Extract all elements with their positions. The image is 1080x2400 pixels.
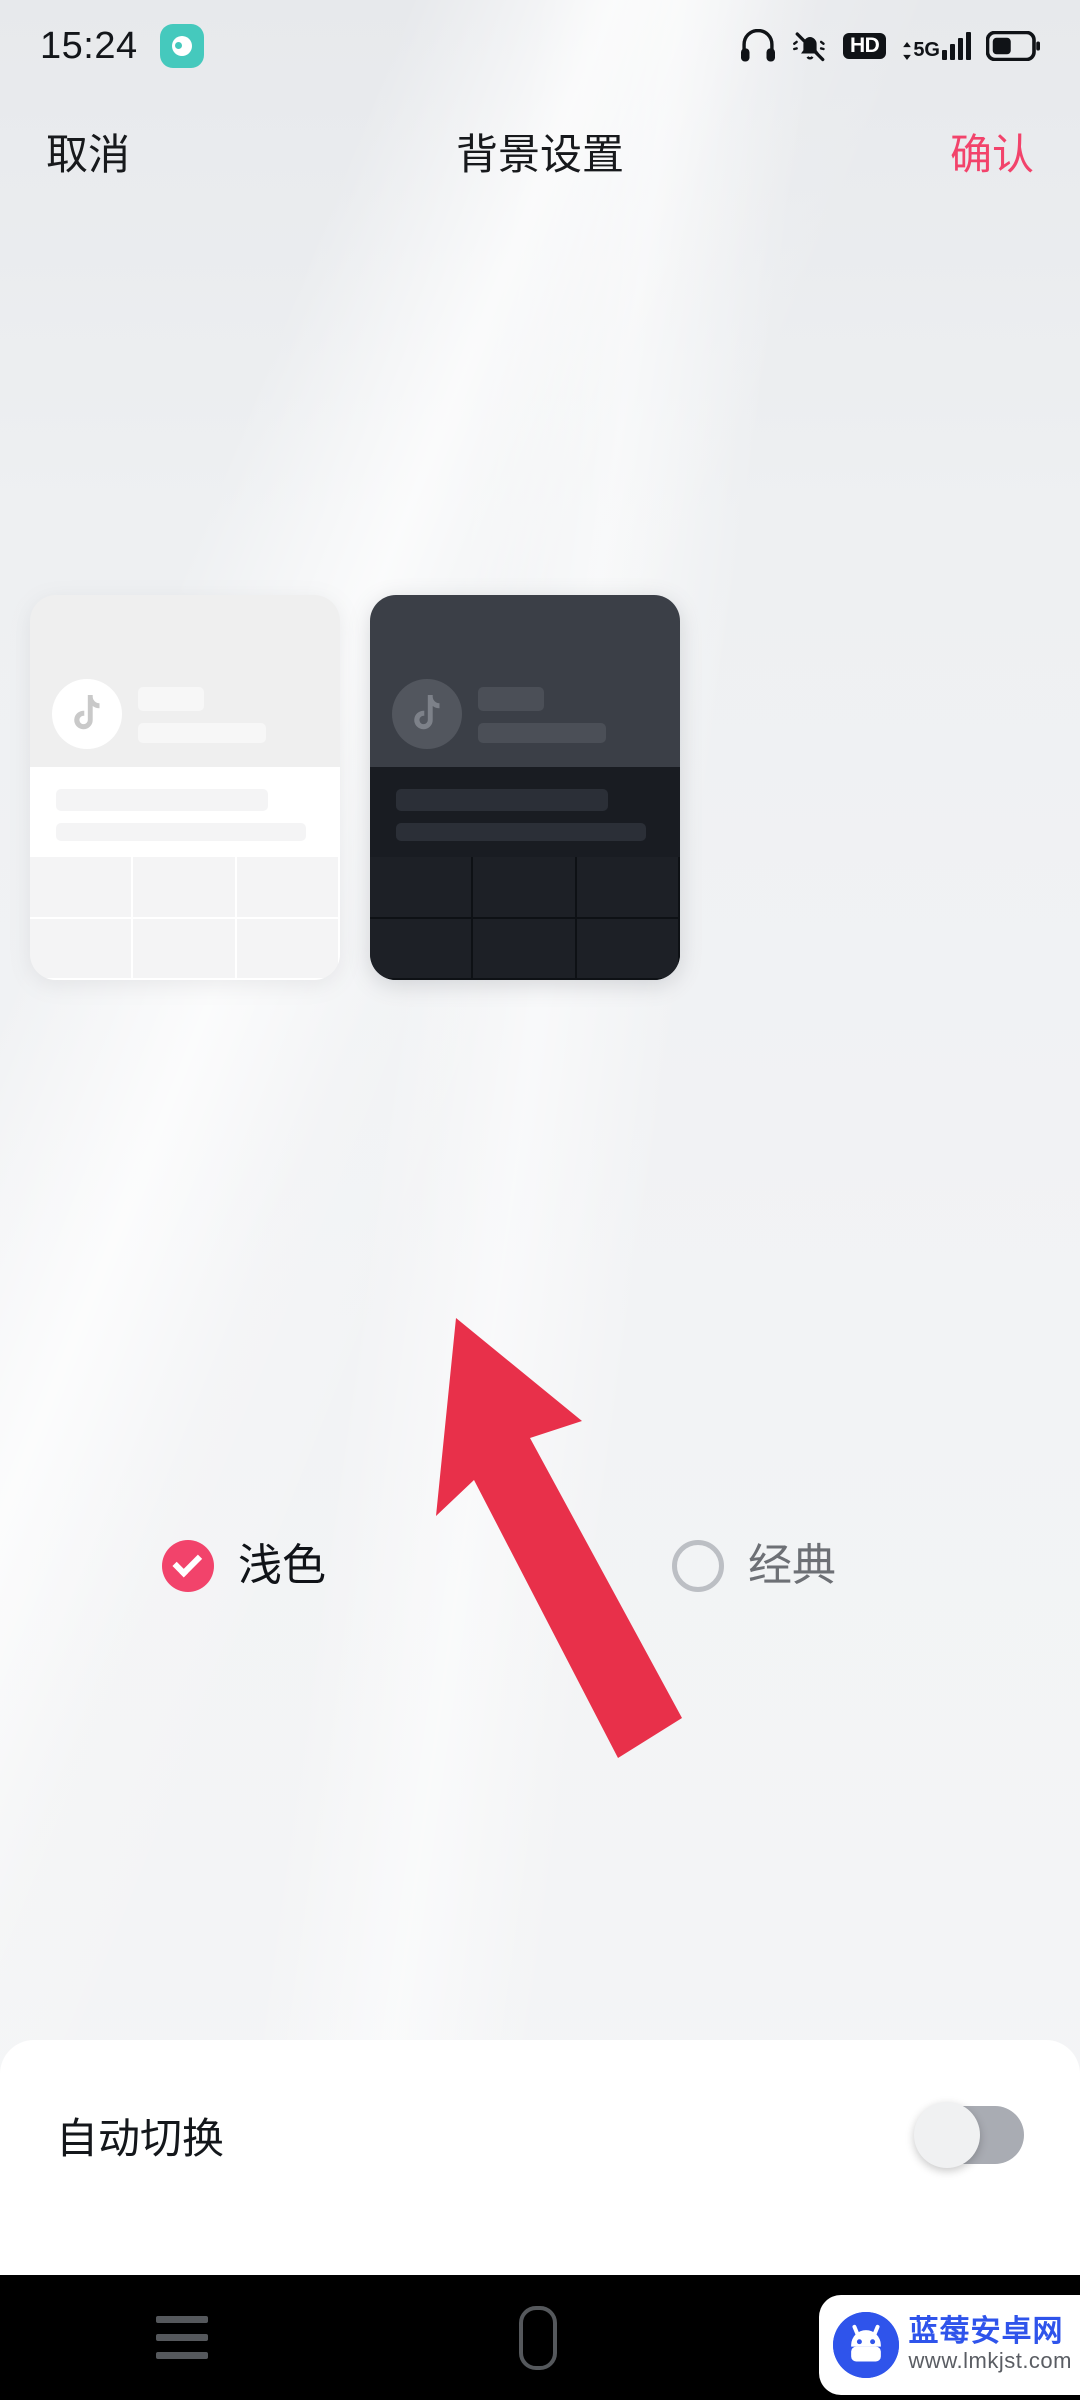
preview-placeholder-bar xyxy=(478,687,544,711)
android-robot-icon xyxy=(832,2312,899,2378)
preview-placeholder-bar xyxy=(396,823,646,841)
watermark-text: 蓝莓安卓网 www.lmkjst.com xyxy=(909,2316,1072,2374)
preview-grid-cell xyxy=(133,857,237,919)
preview-header-area xyxy=(370,595,680,767)
tiktok-note-icon xyxy=(392,679,462,749)
preview-grid-area xyxy=(370,857,680,980)
signal-5g-icon: 5G xyxy=(901,32,971,60)
radio-unchecked-icon[interactable] xyxy=(672,1540,724,1592)
theme-option-label: 浅色 xyxy=(238,1541,326,1590)
preview-placeholder-bar xyxy=(56,789,268,811)
home-icon[interactable] xyxy=(518,2305,557,2370)
auto-switch-row[interactable]: 自动切换 xyxy=(0,2040,1080,2230)
preview-grid-cell xyxy=(576,857,680,919)
status-bar: 15:24 HD 5G xyxy=(0,0,1080,92)
preview-content-area xyxy=(30,767,340,857)
preview-header-area xyxy=(30,595,340,767)
theme-preview-row xyxy=(0,595,1080,980)
preview-grid-cell xyxy=(473,918,577,980)
preview-grid-cell xyxy=(576,918,680,980)
preview-grid-cell xyxy=(370,918,474,980)
preview-grid-cell xyxy=(473,857,577,919)
preview-grid-cell xyxy=(370,857,474,919)
theme-option-classic[interactable]: 经典 xyxy=(672,1540,836,1592)
preview-placeholder-bar xyxy=(138,687,204,711)
auto-switch-label: 自动切换 xyxy=(56,2114,225,2162)
watermark-url: www.lmkjst.com xyxy=(908,2347,1072,2373)
recents-icon[interactable] xyxy=(155,2316,208,2359)
headphones-icon xyxy=(739,29,777,63)
confirm-button[interactable]: 确认 xyxy=(950,121,1034,182)
hd-badge-icon: HD xyxy=(842,33,887,59)
preview-grid-cell xyxy=(236,857,340,919)
theme-option-light[interactable]: 浅色 xyxy=(162,1540,326,1592)
bell-muted-icon xyxy=(792,29,828,63)
site-watermark: 蓝莓安卓网 www.lmkjst.com xyxy=(818,2295,1080,2395)
preview-placeholder-bar xyxy=(478,723,606,743)
preview-card-classic[interactable] xyxy=(370,595,680,980)
page-title: 背景设置 xyxy=(455,130,624,178)
radio-checked-icon[interactable] xyxy=(162,1540,214,1592)
page-header: 取消 背景设置 确认 xyxy=(0,96,1080,206)
preview-grid-area xyxy=(30,857,340,980)
watermark-title: 蓝莓安卓网 xyxy=(908,2315,1064,2349)
preview-placeholder-bar xyxy=(56,823,306,841)
status-bar-left: 15:24 xyxy=(40,24,204,68)
preview-placeholder-bar xyxy=(138,723,266,743)
recorder-app-icon xyxy=(159,24,204,68)
preview-grid-cell xyxy=(30,918,134,980)
tiktok-note-icon xyxy=(52,679,122,749)
status-bar-right: HD 5G xyxy=(739,29,1040,63)
preview-placeholder-bar xyxy=(396,789,608,811)
status-clock: 15:24 xyxy=(40,24,138,67)
theme-option-row: 浅色 经典 xyxy=(0,1540,1080,1650)
preview-card-light[interactable] xyxy=(30,595,340,980)
theme-option-label: 经典 xyxy=(748,1541,836,1590)
preview-content-area xyxy=(370,767,680,857)
preview-grid-cell xyxy=(30,857,134,919)
preview-grid-cell xyxy=(236,918,340,980)
auto-switch-toggle[interactable] xyxy=(914,2102,1024,2168)
preview-grid-cell xyxy=(133,918,237,980)
bottom-panel: 自动切换 xyxy=(0,2040,1080,2275)
battery-icon xyxy=(986,31,1040,61)
